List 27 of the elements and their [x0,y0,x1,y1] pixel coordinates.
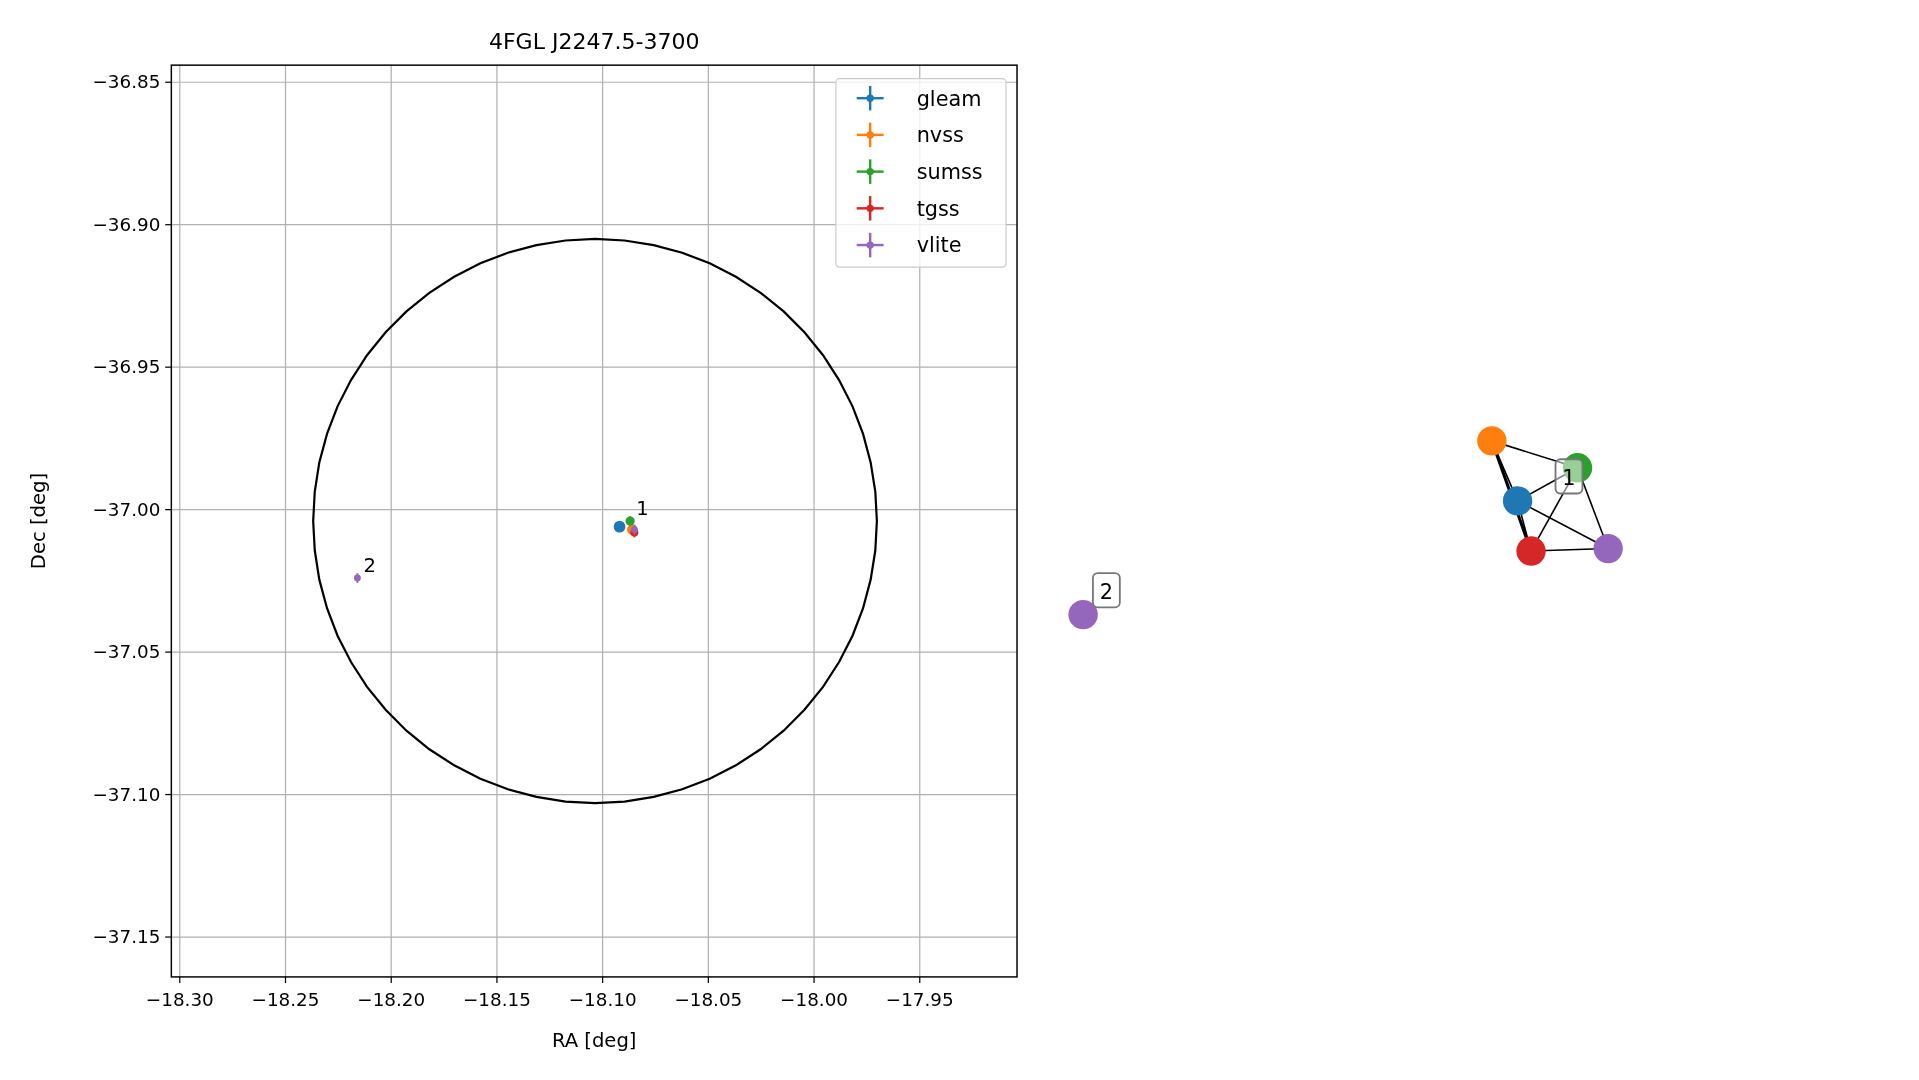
x-tick-label: −18.15 [463,989,531,1011]
y-tick-label: −36.85 [92,71,161,93]
y-tick-label: −37.10 [92,783,161,805]
y-tick-label: −37.15 [92,926,161,948]
y-tick-label: −37.05 [92,641,161,663]
x-tick-label: −18.05 [674,989,743,1011]
x-tick-label: −17.95 [885,989,954,1011]
y-axis-label: Dec [deg] [27,472,51,570]
x-tick-label: −18.10 [568,989,637,1011]
x-tick-label: −18.25 [251,989,320,1011]
legend-label: tgss [916,196,960,221]
x-tick-label: −18.20 [357,989,426,1011]
legend-label: vlite [916,233,962,258]
point-label: 1 [636,496,649,520]
x-axis-label: RA [deg] [551,1028,637,1052]
legend-label: nvss [916,123,964,148]
x-tick-label: −18.30 [145,989,214,1011]
chart-title: 4FGL J2247.5-3700 [488,29,700,55]
y-tick-label: −36.95 [92,356,161,378]
point-label: 2 [363,553,376,577]
node-label: 1 [1554,458,1584,495]
x-tick-label: −18.00 [780,989,848,1011]
legend-label: gleam [916,86,982,111]
node-label: 2 [1092,572,1121,609]
y-tick-label: −37.00 [92,498,161,520]
legend-label: sumss [916,159,983,184]
y-tick-label: −36.90 [92,213,161,235]
